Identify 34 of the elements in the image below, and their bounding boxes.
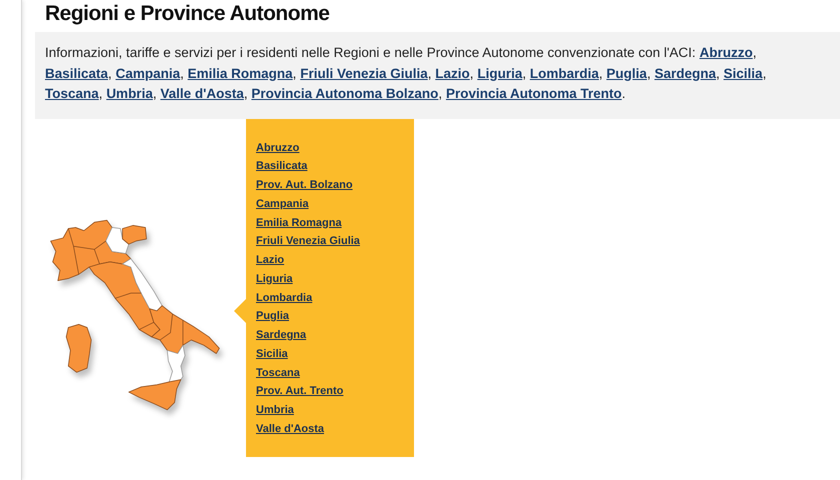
region-menu-link[interactable]: Lazio	[256, 251, 284, 270]
region-link[interactable]: Liguria	[477, 66, 522, 80]
region-menu-link[interactable]: Friuli Venezia Giulia	[256, 232, 360, 251]
region-menu-link[interactable]: Sardegna	[256, 326, 306, 345]
region-link[interactable]: Lazio	[435, 66, 470, 80]
region-link[interactable]: Provincia Autonoma Bolzano	[251, 86, 438, 101]
page-title: Regioni e Province Autonome	[44, 1, 330, 27]
region-link[interactable]: Friuli Venezia Giulia	[300, 66, 428, 80]
region-menu-link[interactable]: Campania	[256, 194, 309, 214]
region-menu-link[interactable]: Prov. Aut. Trento	[256, 382, 344, 401]
region-menu-link[interactable]: Lombardia	[256, 288, 312, 308]
region-menu-link[interactable]: Basilicata	[256, 157, 308, 176]
region-menu-link[interactable]: Toscana	[256, 364, 300, 382]
region-link[interactable]: Puglia	[606, 66, 647, 80]
region-link[interactable]: Provincia Autonoma Trento	[446, 86, 622, 101]
region-link[interactable]: Sardegna	[654, 66, 716, 80]
region-link[interactable]: Emilia Romagna	[188, 66, 293, 80]
region-menu-link[interactable]: Prov. Aut. Bolzano	[256, 176, 353, 195]
region-link[interactable]: Abruzzo	[699, 45, 753, 60]
region-menu-link[interactable]: Puglia	[256, 307, 290, 326]
region-menu-link[interactable]: Abruzzo	[256, 138, 300, 158]
region-link[interactable]: Basilicata	[45, 66, 108, 80]
intro-paragraph: Informazioni, tariffe e servizi per i residenti nelle Regioni e nelle Province Autonome convenzionate con l'ACI: Abruzzo, Basilicata, Campania, Emilia Romagna, Friuli Venezia Giulia, Lazio, Liguria, Lombardia, Puglia, Sardegna, Sicilia, Toscana, Umbria, Valle d'Aosta, Provincia Autonoma Bolzano, Provincia Autonoma Trento.	[45, 44, 768, 103]
region-menu-link[interactable]: Emilia Romagna	[256, 214, 342, 232]
region-link[interactable]: Umbria	[106, 86, 153, 101]
region-link[interactable]: Toscana	[45, 86, 99, 101]
region-link[interactable]: Campania	[116, 66, 180, 80]
region-menu-link[interactable]: Umbria	[256, 401, 294, 420]
region-menu-link[interactable]: Sicilia	[256, 344, 288, 364]
region-menu-link[interactable]: Valle d'Aosta	[256, 420, 324, 438]
region-link[interactable]: Valle d'Aosta	[160, 86, 244, 101]
region-menu-link[interactable]: Liguria	[256, 270, 293, 288]
region-link[interactable]: Sicilia	[724, 66, 763, 80]
region-link[interactable]: Lombardia	[530, 66, 599, 80]
